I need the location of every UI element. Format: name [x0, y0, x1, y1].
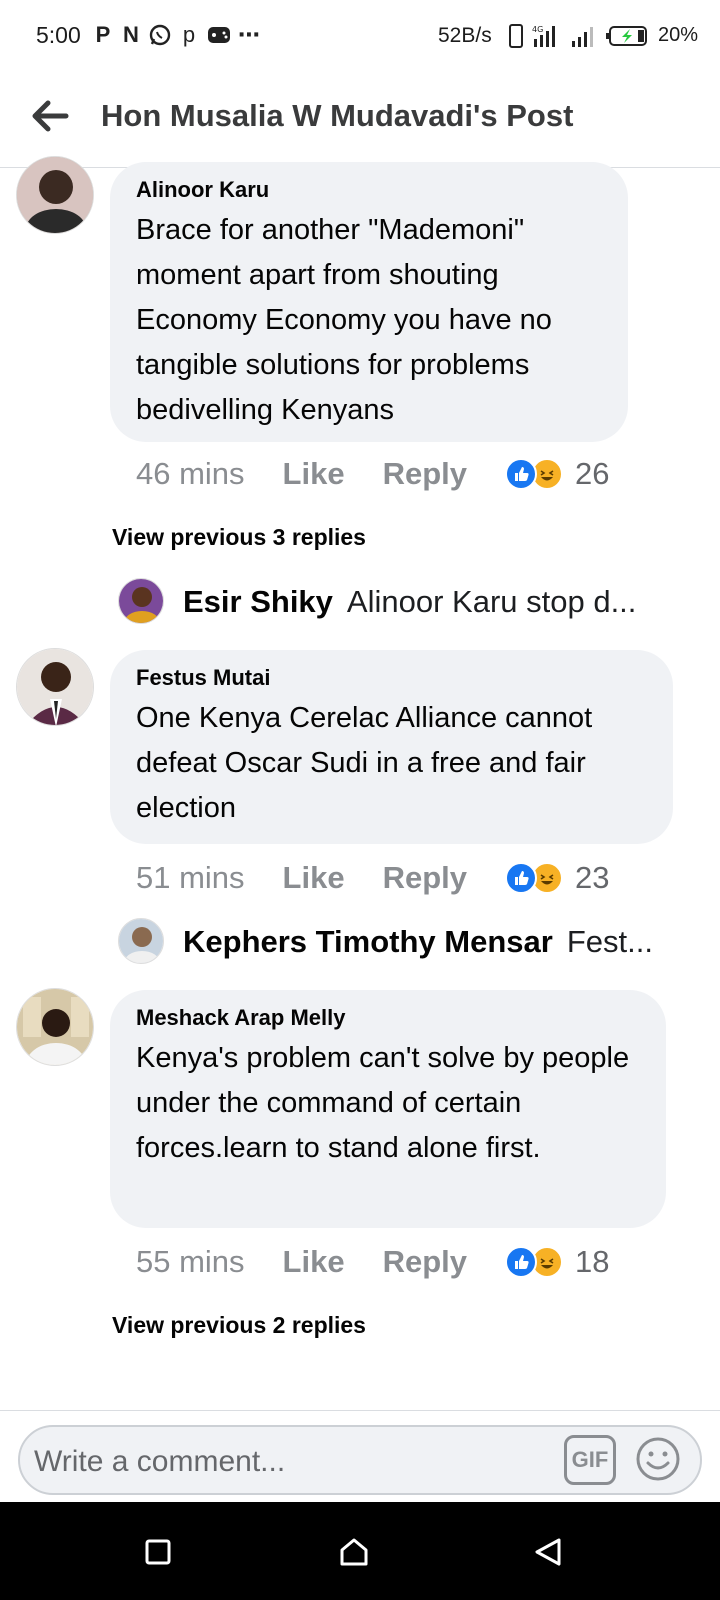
like-button[interactable]: Like [283, 860, 345, 896]
arrow-left-icon [32, 100, 69, 132]
game-icon [206, 23, 232, 47]
view-previous-replies[interactable]: View previous 2 replies [112, 1312, 366, 1339]
reply-preview[interactable]: Kephers Timothy Mensar Fest... [183, 924, 653, 960]
system-icons: 4G [508, 22, 650, 50]
reaction-count: 18 [575, 1244, 610, 1279]
back-button[interactable] [26, 92, 74, 140]
reply-author: Esir Shiky [183, 584, 333, 619]
reaction-icons[interactable] [505, 862, 563, 894]
app-header: Hon Musalia W Mudavadi's Post [0, 72, 720, 168]
comment-author[interactable]: Meshack Arap Melly [136, 1004, 640, 1032]
comment-actions: 51 mins Like Reply 23 [136, 860, 609, 896]
emoji-button[interactable] [634, 1435, 682, 1483]
avatar-meshack-arap-melly[interactable] [16, 988, 94, 1066]
more-notifications-icon: ⋯ [238, 22, 260, 47]
like-reaction-icon [505, 862, 537, 894]
reply-button[interactable]: Reply [383, 456, 467, 492]
comment-time[interactable]: 51 mins [136, 860, 245, 896]
signal-icon-2 [572, 27, 593, 47]
status-bar: 5:00 P N p ⋯ 52B/s 4G 20% [0, 0, 720, 72]
home-button[interactable] [334, 1532, 374, 1572]
reply-button[interactable]: Reply [383, 860, 467, 896]
avatar-alinoor-karu[interactable] [16, 156, 94, 234]
n-app-icon: N [123, 22, 139, 47]
gif-button[interactable]: GIF [564, 1435, 616, 1485]
view-previous-replies[interactable]: View previous 3 replies [112, 524, 366, 551]
comment-bubble: Festus Mutai One Kenya Cerelac Alliance … [110, 650, 673, 844]
avatar-esir-shiky[interactable] [118, 578, 164, 624]
reaction-count: 26 [575, 456, 610, 491]
comment-text: One Kenya Cerelac Alliance cannot defeat… [136, 702, 593, 824]
square-icon [145, 1539, 171, 1565]
recents-button[interactable] [138, 1532, 178, 1572]
reaction-count: 23 [575, 860, 610, 895]
notification-icons: P N p ⋯ [92, 20, 260, 50]
reply-preview[interactable]: Esir Shiky Alinoor Karu stop d... [183, 584, 636, 620]
svg-text:4G: 4G [532, 25, 543, 34]
comment-author[interactable]: Alinoor Karu [136, 176, 602, 204]
avatar-kephers-timothy-mensar[interactable] [118, 918, 164, 964]
reply-button[interactable]: Reply [383, 1244, 467, 1280]
page-title: Hon Musalia W Mudavadi's Post [101, 98, 574, 133]
avatar-festus-mutai[interactable] [16, 648, 94, 726]
vibrate-icon [509, 24, 523, 48]
whatsapp-icon [148, 23, 172, 47]
like-button[interactable]: Like [283, 1244, 345, 1280]
system-nav-bar [0, 1502, 720, 1600]
battery-icon [606, 26, 647, 46]
reply-snippet: Alinoor Karu stop d... [346, 584, 637, 619]
comment-actions: 55 mins Like Reply 18 [136, 1244, 609, 1280]
reply-author: Kephers Timothy Mensar [183, 924, 553, 959]
status-time: 5:00 [36, 22, 81, 48]
like-reaction-icon [505, 1246, 537, 1278]
network-speed: 52B/s [438, 24, 492, 47]
like-reaction-icon [505, 458, 537, 490]
comment-author[interactable]: Festus Mutai [136, 664, 647, 692]
signal-icon: 4G [532, 25, 555, 47]
comment-text: Brace for another "Mademoni" moment apar… [136, 214, 552, 426]
comment-text: Kenya's problem can't solve by people un… [136, 1042, 630, 1164]
p-lower-app-icon: p [182, 22, 196, 47]
triangle-back-icon [535, 1538, 561, 1566]
battery-percent: 20% [658, 24, 699, 46]
comment-placeholder: Write a comment... [34, 1445, 286, 1478]
comment-composer: Write a comment... GIF [0, 1410, 720, 1502]
comment-input[interactable]: Write a comment... GIF [18, 1425, 702, 1495]
reply-snippet: Fest... [566, 924, 653, 959]
comment-time[interactable]: 46 mins [136, 456, 245, 492]
comment-bubble: Meshack Arap Melly Kenya's problem can't… [110, 990, 666, 1228]
comment-time[interactable]: 55 mins [136, 1244, 245, 1280]
reaction-icons[interactable] [505, 1246, 563, 1278]
like-button[interactable]: Like [283, 456, 345, 492]
reaction-icons[interactable] [505, 458, 563, 490]
p-app-icon: P [95, 22, 111, 47]
smiley-icon [636, 1437, 680, 1481]
home-icon [340, 1538, 368, 1566]
comment-bubble: Alinoor Karu Brace for another "Mademoni… [110, 162, 628, 442]
back-nav-button[interactable] [528, 1532, 568, 1572]
comment-actions: 46 mins Like Reply 26 [136, 456, 609, 492]
